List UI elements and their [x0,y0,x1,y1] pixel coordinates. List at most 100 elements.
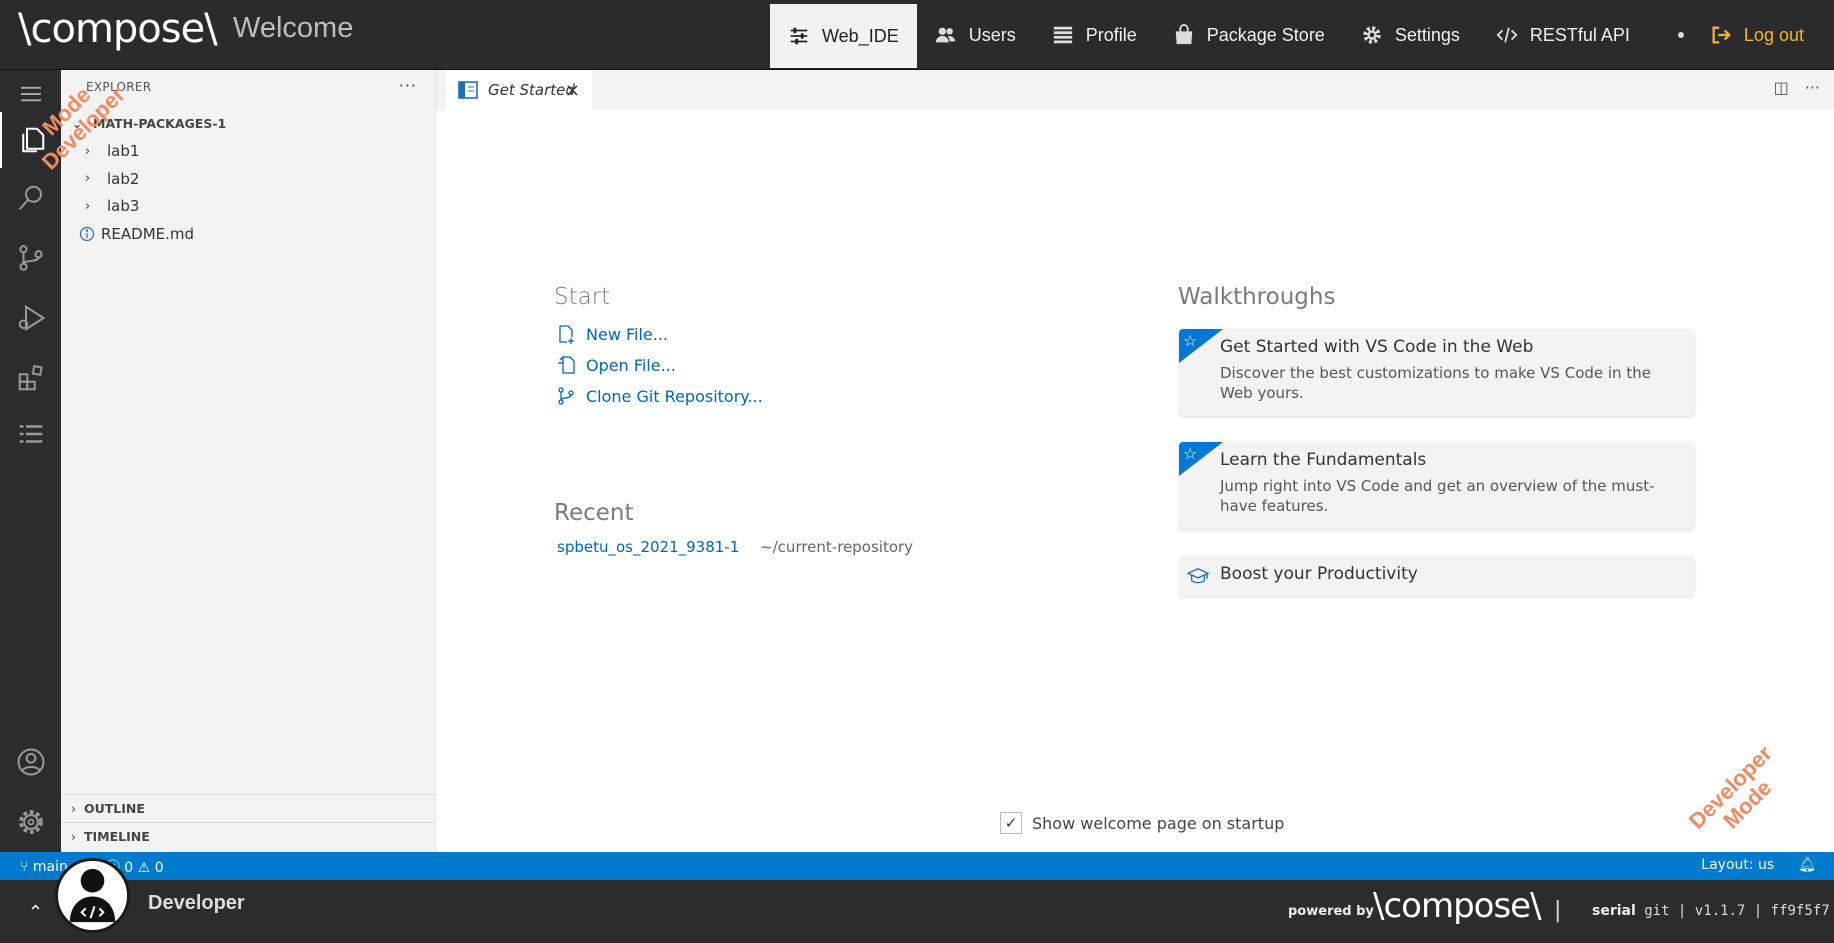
card-title: Learn the Fundamentals [1220,450,1427,470]
link-label: Clone Git Repository... [586,386,763,406]
top-bar: \compose\ Welcome Web_IDE Users Profile … [0,0,1834,70]
tree-item-readme[interactable]: README.md [61,220,435,248]
open-file-icon [558,356,575,374]
logout-button[interactable]: Log out [1710,2,1804,68]
close-icon[interactable]: × [565,80,580,101]
sliders-icon [790,27,808,45]
nav-profile[interactable]: Profile [1034,2,1155,68]
walkthrough-card[interactable]: ☆ Learn the Fundamentals Jump right into… [1179,442,1694,529]
accounts-button[interactable] [0,734,61,790]
nav-restful-api[interactable]: RESTful API [1478,2,1648,68]
star-icon: ☆ [1183,331,1198,350]
card-title: Boost your Productivity [1220,564,1418,584]
extensions-button[interactable] [0,350,61,406]
nav-settings[interactable]: Settings [1343,2,1478,68]
warning-count: 0 [154,860,164,876]
source-control-button[interactable] [0,230,61,286]
startup-toggle[interactable]: ✓ Show welcome page on startup [1000,812,1284,834]
activity-bar [0,70,61,852]
walkthroughs-heading: Walkthroughs [1178,284,1336,310]
user-role: Developer [148,892,245,914]
chevron-right-icon: › [85,143,91,159]
link-label: New File... [586,324,669,344]
split-editor-icon[interactable]: ◫ [1774,78,1789,97]
nav-label: Settings [1394,24,1460,45]
start-heading: Start [554,284,611,310]
more-actions-icon[interactable]: ··· [1805,78,1820,97]
nav-web-ide[interactable]: Web_IDE [770,4,917,68]
chevron-up-icon[interactable]: ⌃ [28,902,43,923]
keyboard-layout[interactable]: Layout: us [1701,857,1774,873]
folder-label: lab3 [107,197,140,216]
gear-icon [1363,26,1381,44]
card-desc: Discover the best customizations to make… [1220,364,1651,402]
chevron-right-icon: › [85,198,91,214]
chevron-right-icon: › [85,171,91,187]
search-button[interactable] [0,170,61,226]
section-label: OUTLINE [84,801,145,816]
version-info: serial git | v1.1.7 | ff9f5f7 [1592,903,1830,919]
status-right: Layout: us 🔔︎ [1701,857,1816,873]
nav-label: RESTful API [1529,24,1630,45]
page-title: Welcome [233,12,354,44]
search-icon [18,185,42,210]
new-file-icon [559,325,574,344]
startup-checkbox[interactable]: ✓ [1000,812,1022,834]
users-icon [935,27,955,43]
run-debug-icon [18,304,45,332]
recent-link[interactable]: spbetu_os_2021_9381-1 [557,538,739,556]
logout-label: Log out [1743,24,1804,45]
tree-item-lab1[interactable]: › lab1 [61,138,435,166]
git-branch-icon [18,245,43,271]
list-view-button[interactable] [0,406,61,462]
manage-button[interactable] [0,794,61,850]
card-desc: Jump right into VS Code and get an overv… [1220,477,1655,515]
footer-logo: \compose\ [1373,886,1542,926]
nav-label: Package Store [1206,24,1325,45]
tree-root-folder[interactable]: ⌄ MATH-PACKAGES-1 [61,110,435,138]
status-bar: ⑂ main ⓧ 0 ⚠ 0 Layout: us 🔔︎ [0,852,1834,880]
brand-logo[interactable]: \compose\ [18,6,218,52]
chevron-right-icon: › [71,801,76,816]
welcome-page: Start New File... Open File... Clone Git… [436,110,1834,852]
tree-item-lab2[interactable]: › lab2 [61,165,435,193]
nav-users[interactable]: Users [917,2,1034,68]
avatar[interactable] [55,858,130,933]
nav-label: Profile [1085,24,1137,45]
timeline-section[interactable]: › TIMELINE [61,822,435,850]
nav-separator-dot [1677,32,1684,38]
git-branch-icon: ⑂ [20,859,29,875]
card-title: Get Started with VS Code in the Web [1220,337,1534,357]
open-file-link[interactable]: Open File... [556,355,676,375]
explorer-sidebar: EXPLORER ··· ⌄ MATH-PACKAGES-1 › lab1 › … [61,70,436,852]
walkthrough-card[interactable]: Boost your Productivity [1179,556,1694,596]
version-label: serial [1592,903,1636,919]
tab-get-started[interactable]: Get Started × [446,70,592,110]
recent-path: ~/current-repository [760,538,914,556]
list-icon [1053,26,1072,44]
bell-icon[interactable]: 🔔︎ [1798,857,1816,873]
powered-by-label: powered by [1288,904,1374,919]
graduation-cap-icon [1187,567,1209,584]
section-label: TIMELINE [84,829,150,844]
recent-heading: Recent [554,500,634,526]
footer-bar: ⌃ Developer powered by \compose\ | seria… [0,880,1834,943]
nav-package-store[interactable]: Package Store [1155,2,1343,68]
run-debug-button[interactable] [0,290,61,346]
warning-icon: ⚠ [137,860,151,876]
editor-tab-bar: Get Started × ◫ ··· [436,70,1834,110]
logout-icon [1712,26,1731,44]
outline-section[interactable]: › OUTLINE [61,794,435,822]
nav-label: Users [968,24,1016,45]
new-file-link[interactable]: New File... [556,324,668,344]
file-label: README.md [101,224,195,243]
git-branch-icon [558,387,574,405]
clone-git-link[interactable]: Clone Git Repository... [556,386,763,406]
startup-label: Show welcome page on startup [1032,813,1285,833]
star-icon: ☆ [1183,444,1198,463]
main-nav: Web_IDE Users Profile Package Store Sett… [770,0,1804,70]
more-actions-button[interactable]: ··· [399,76,417,95]
divider: | [1554,898,1562,923]
tree-item-lab3[interactable]: › lab3 [61,193,435,221]
walkthrough-card[interactable]: ☆ Get Started with VS Code in the Web Di… [1179,329,1694,416]
